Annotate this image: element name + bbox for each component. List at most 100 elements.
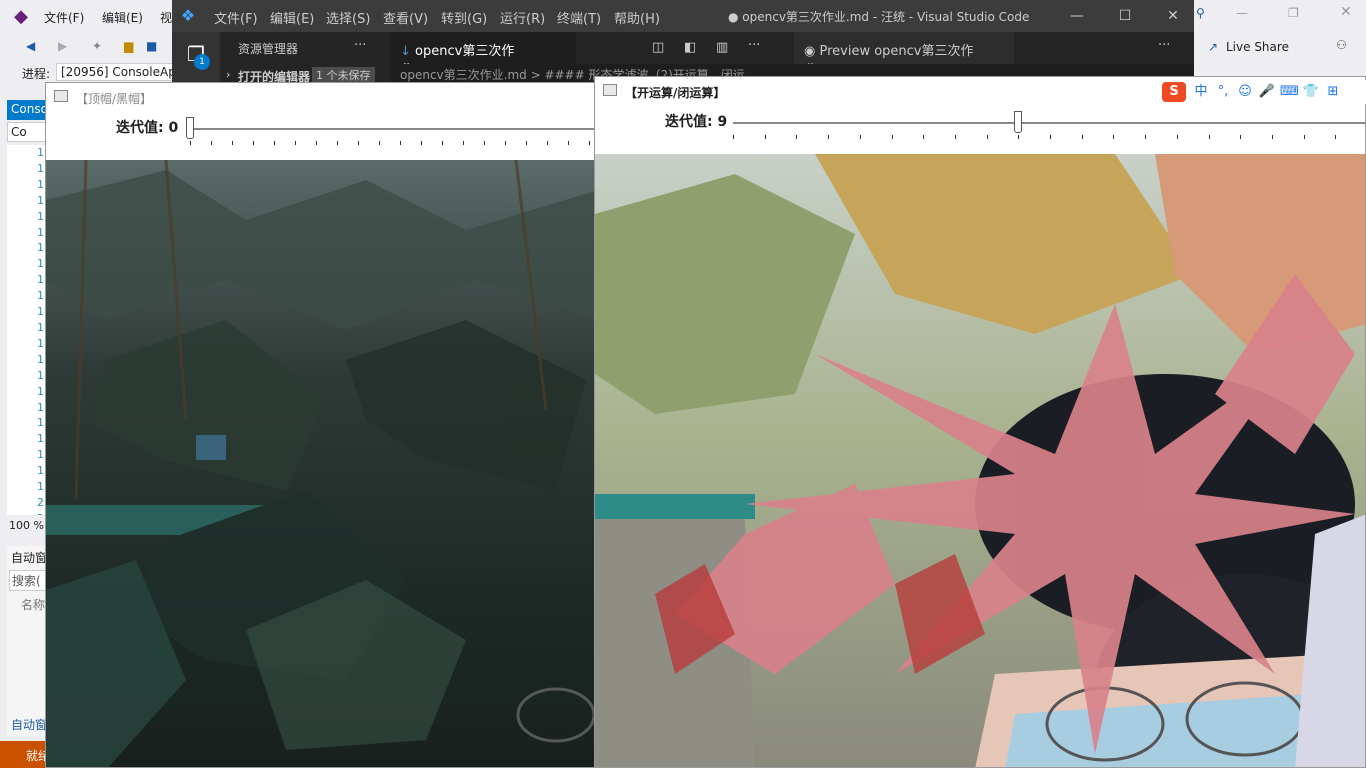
vs-menu-edit[interactable]: 编辑(E) — [102, 9, 143, 26]
trackbar-tick — [211, 141, 212, 145]
restore-icon[interactable]: ❐ — [1288, 6, 1299, 20]
preview-icon: ◉ — [804, 44, 820, 59]
vscode-sidebar: 资源管理器 ··· › 打开的编辑器 1 个未保存 — [220, 32, 390, 82]
account-icon[interactable]: ⚲ — [1196, 6, 1205, 20]
back-icon[interactable]: ◀ — [26, 39, 35, 53]
process-select[interactable]: [20956] ConsoleAp — [56, 63, 176, 81]
process-label: 进程: — [22, 67, 51, 81]
ime-punctuation-icon[interactable]: °, — [1214, 82, 1232, 102]
autos-tab[interactable]: 自动窗 — [11, 716, 47, 733]
autos-search-input[interactable]: 搜索( — [9, 570, 47, 591]
vscode-menu-view[interactable]: 查看(V) — [383, 8, 428, 27]
tophat-window-title: 【顶帽/黑帽】 — [76, 92, 153, 106]
open-editors-label[interactable]: 打开的编辑器 — [238, 68, 310, 82]
console-tab[interactable]: Conso — [7, 100, 47, 120]
vscode-minimize-icon[interactable]: — — [1060, 3, 1094, 29]
vscode-tab-bar: ↓ opencv第三次作业.md● ◫ ◧ ▥ ··· ◉ Preview op… — [390, 32, 1194, 78]
new-project-icon[interactable]: ✦ — [92, 39, 102, 53]
trackbar-tick — [484, 141, 485, 145]
tab-preview[interactable]: ◉ Preview opencv第三次作业.md✕ — [794, 32, 1014, 78]
ime-toolbox-icon[interactable]: ⊞ — [1324, 82, 1342, 102]
trackbar-tick — [589, 141, 590, 145]
opening-result-image — [595, 154, 1365, 767]
vs-menu-view[interactable]: 视 — [160, 9, 172, 26]
trackbar-tick — [859, 135, 861, 139]
ime-toolbar: S 中 °, ☺ 🎤 ⌨ 👕 ⊞ — [1160, 80, 1366, 104]
vs-menu-file[interactable]: 文件(F) — [44, 9, 84, 26]
trackbar-tick — [1335, 135, 1337, 139]
explorer-more-icon[interactable]: ··· — [354, 38, 366, 53]
vscode-window-title: ● opencv第三次作业.md - 汪统 - Visual Studio Co… — [728, 10, 1030, 24]
vscode-menu-go[interactable]: 转到(G) — [441, 8, 487, 27]
trackbar-tick — [463, 141, 464, 145]
trackbar-tick — [526, 141, 527, 145]
trackbar-tick — [295, 141, 296, 145]
zoom-level[interactable]: 100 % — [7, 519, 47, 537]
close-icon[interactable]: ✕ — [1340, 4, 1352, 20]
trackbar-tick — [568, 141, 569, 145]
split-editor-icon[interactable]: ▥ — [716, 40, 728, 55]
trackbar-tick — [421, 141, 422, 145]
vscode-menu-run[interactable]: 运行(R) — [500, 8, 545, 27]
ime-keyboard-icon[interactable]: ⌨ — [1280, 82, 1299, 102]
preview-more-icon[interactable]: ··· — [1158, 38, 1170, 53]
visual-studio-logo-icon: ◆ — [14, 6, 28, 27]
trackbar-tick — [1240, 135, 1242, 139]
chevron-right-icon[interactable]: › — [226, 68, 230, 81]
trackbar-tick — [828, 135, 830, 139]
tophat-trackbar-thumb[interactable] — [186, 117, 194, 139]
editor-more-icon[interactable]: ··· — [748, 38, 760, 53]
ime-voice-icon[interactable]: 🎤 — [1258, 82, 1276, 102]
trackbar-tick — [379, 141, 380, 145]
ime-chinese-mode[interactable]: 中 — [1192, 82, 1210, 102]
feedback-icon[interactable]: ⚇ — [1336, 38, 1347, 52]
trackbar-tick — [733, 135, 734, 139]
trackbar-tick — [1176, 135, 1178, 139]
tophat-blackhat-window: 【顶帽/黑帽】 迭代值: 0 — [45, 82, 597, 768]
preview-side-icon[interactable]: ◧ — [684, 40, 696, 55]
opening-trackbar-groove[interactable] — [733, 122, 1365, 124]
vscode-menu-terminal[interactable]: 终端(T) — [557, 8, 601, 27]
tophat-window-titlebar: 【顶帽/黑帽】 — [46, 83, 596, 111]
opening-trackbar-thumb[interactable] — [1014, 111, 1023, 133]
trackbar-tick — [1208, 135, 1210, 139]
console-sub-tab[interactable]: Co — [7, 122, 47, 142]
vscode-menu-selection[interactable]: 选择(S) — [326, 8, 370, 27]
minimize-icon[interactable]: — — [1236, 6, 1248, 20]
window-app-icon — [54, 90, 68, 102]
tab-markdown-file[interactable]: ↓ opencv第三次作业.md● — [390, 32, 576, 78]
live-share-button[interactable]: Live Share — [1226, 40, 1289, 54]
trackbar-tick — [1050, 135, 1051, 139]
tophat-trackbar-groove[interactable] — [190, 128, 596, 130]
tophat-trackbar-ticks — [190, 141, 596, 147]
trackbar-tick — [358, 141, 359, 145]
open-folder-icon[interactable]: ▆ — [124, 39, 133, 53]
tophat-result-image — [46, 160, 596, 767]
vscode-menu-edit[interactable]: 编辑(E) — [270, 8, 314, 27]
vscode-menu-file[interactable]: 文件(F) — [214, 8, 258, 27]
vscode-close-icon[interactable]: ✕ — [1156, 3, 1190, 29]
trackbar-tick — [954, 135, 956, 139]
trackbar-tick — [316, 141, 317, 145]
markdown-icon: ↓ — [400, 44, 416, 59]
trackbar-tick — [1081, 135, 1083, 139]
autos-title: 自动窗 — [11, 551, 48, 565]
vscode-maximize-icon[interactable]: ☐ — [1108, 3, 1142, 29]
trackbar-tick — [764, 135, 766, 139]
trackbar-tick — [253, 141, 254, 145]
save-icon[interactable]: ■ — [146, 39, 157, 53]
trackbar-tick — [1145, 135, 1147, 139]
ime-emoji-icon[interactable]: ☺ — [1236, 82, 1254, 102]
trackbar-tick — [1018, 135, 1020, 139]
vscode-menu-help[interactable]: 帮助(H) — [614, 8, 660, 27]
autos-panel: 自动窗 搜索( 名称 自动窗 — [7, 546, 47, 736]
trackbar-tick — [190, 141, 191, 145]
trackbar-tick — [891, 135, 893, 139]
open-preview-icon[interactable]: ◫ — [652, 40, 664, 55]
vscode-window: ❖ 文件(F) 编辑(E) 选择(S) 查看(V) 转到(G) 运行(R) 终端… — [172, 0, 1194, 82]
trackbar-tick — [796, 135, 798, 139]
ime-skin-icon[interactable]: 👕 — [1302, 82, 1320, 102]
unsaved-badge: 1 个未保存 — [312, 67, 375, 82]
ime-logo-icon[interactable]: S — [1162, 82, 1186, 102]
forward-icon[interactable]: ▶ — [58, 39, 67, 53]
